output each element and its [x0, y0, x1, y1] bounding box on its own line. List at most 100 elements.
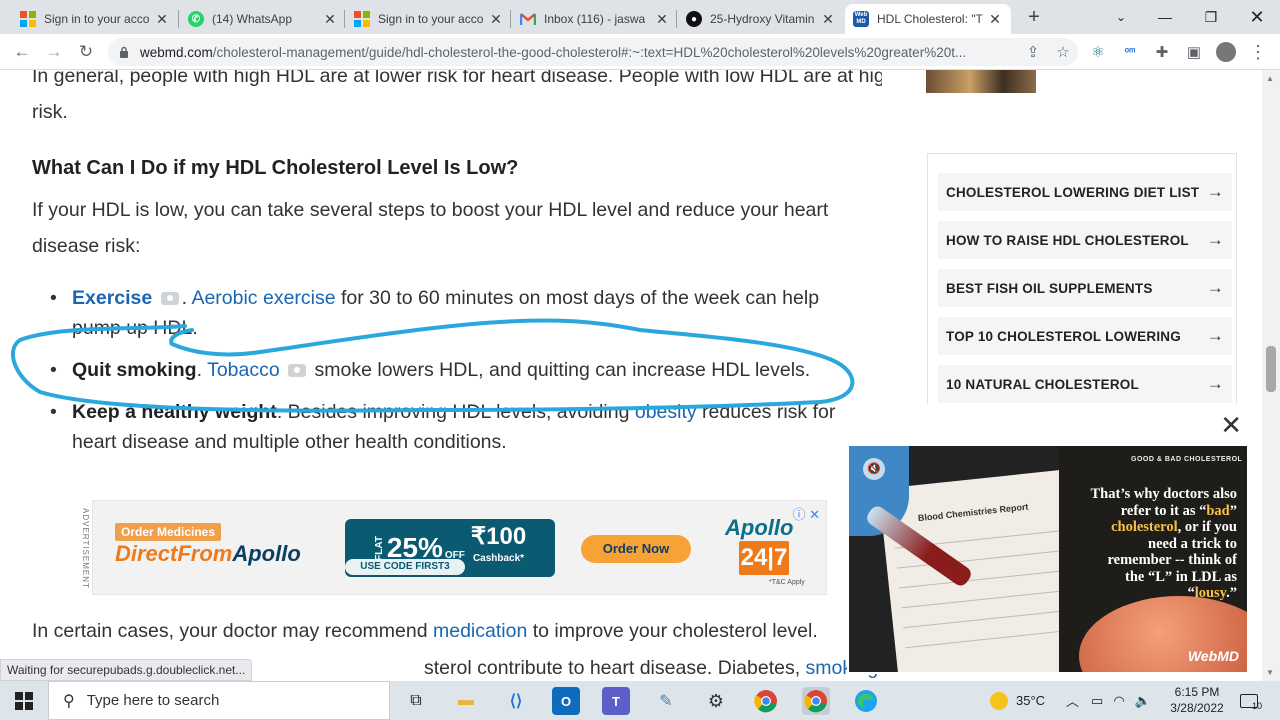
tab-title: Inbox (116) - jaswa [544, 12, 646, 26]
webmd-icon: Web MD [853, 11, 869, 27]
wifi-icon[interactable]: ◠ [1113, 693, 1124, 709]
notepad-icon[interactable]: ✎ [652, 687, 680, 715]
tab-webmd-active[interactable]: Web MD HDL Cholesterol: "T ✕ [845, 4, 1011, 34]
bookmark-star-icon[interactable]: ☆ [1048, 43, 1078, 61]
new-tab-button[interactable]: + [1024, 6, 1044, 28]
ad-cashback-block: ₹100 Cashback* [471, 525, 526, 570]
tab-signin-2[interactable]: Sign in to your acco ✕ [346, 4, 512, 34]
close-tab-icon[interactable]: ✕ [654, 11, 670, 28]
volume-icon[interactable]: 🔈 [1135, 693, 1151, 709]
caption-text: .” [1226, 585, 1237, 601]
list-item-quit-smoking: Quit smoking. Tobacco smoke lowers HDL, … [50, 355, 872, 385]
scroll-up-arrow[interactable]: ▲ [1266, 74, 1274, 83]
ad-choices-close-icon[interactable]: ⓘ ✕ [792, 504, 820, 523]
tab-gmail[interactable]: Inbox (116) - jaswa ✕ [512, 4, 678, 34]
close-icon[interactable]: ✕ [1220, 412, 1242, 438]
sidebar-link-natural[interactable]: 10 NATURAL CHOLESTEROL → [938, 365, 1232, 403]
taskbar-search-input[interactable]: ⚲ Type here to search [48, 681, 390, 720]
task-view-icon[interactable]: ⧉ [402, 687, 430, 715]
show-hidden-icons-chevron-icon[interactable]: ︿ [1066, 691, 1079, 710]
paragraph-text: sterol contribute to heart disease. Diab… [424, 657, 806, 679]
chrome-active-icon[interactable] [802, 687, 830, 715]
ad-order-now-button[interactable]: Order Now [581, 535, 691, 563]
whatsapp-icon: ✆ [188, 11, 204, 27]
profile-avatar[interactable] [1216, 42, 1236, 62]
list-item-exercise: Exercise . Aerobic exercise for 30 to 60… [50, 283, 872, 343]
start-button[interactable] [0, 681, 48, 720]
browser-menu-icon[interactable]: ⋮ [1248, 42, 1268, 62]
ad-cashback: Cashback* [472, 553, 525, 564]
file-explorer-icon[interactable]: ▬ [452, 687, 480, 715]
sidebar-link-top10[interactable]: TOP 10 CHOLESTEROL LOWERING → [938, 317, 1232, 355]
notification-center[interactable]: 10 [1240, 681, 1262, 720]
back-button[interactable]: ← [10, 40, 34, 64]
tab-divider [344, 10, 345, 28]
scroll-down-arrow[interactable]: ▼ [1266, 668, 1274, 677]
settings-gear-icon[interactable]: ⚙ [702, 687, 730, 715]
close-tab-icon[interactable]: ✕ [322, 11, 338, 28]
tab-hydroxy[interactable]: ● 25-Hydroxy Vitamin ✕ [678, 4, 844, 34]
status-bar: Waiting for securepubads.g.doubleclick.n… [0, 659, 253, 681]
exercise-link[interactable]: Exercise [72, 287, 152, 309]
paragraph-text: to improve your cholesterol level. [527, 620, 818, 642]
sidebar-thumbnail[interactable] [926, 70, 1036, 93]
sidebar-link-diet-list[interactable]: CHOLESTEROL LOWERING DIET LIST → [938, 173, 1232, 211]
caption-highlight: lousy [1194, 585, 1227, 601]
site-icon: ● [686, 11, 702, 27]
edge-icon[interactable] [852, 687, 880, 715]
apollo-banner-ad[interactable]: ⓘ ✕ Order Medicines DirectFromApollo FLA… [92, 500, 827, 595]
close-tab-icon[interactable]: ✕ [488, 11, 504, 28]
arrow-right-icon: → [1206, 374, 1224, 393]
paragraph-text: In certain cases, your doctor may recomm… [32, 620, 433, 642]
mute-icon[interactable]: 🔇 [863, 458, 885, 480]
windows-logo-icon [15, 691, 33, 710]
share-icon[interactable]: ⇪ [1018, 43, 1048, 61]
address-bar[interactable]: webmd.com/cholesterol-management/guide/h… [108, 38, 1078, 66]
extension-mk-icon[interactable]: ᵒᵐ [1120, 42, 1140, 62]
obesity-link[interactable]: obesity [635, 401, 697, 423]
forward-button[interactable]: → [42, 40, 66, 64]
video-frame[interactable]: Blood Chemistries Report 🔇 GOOD & BAD CH… [849, 446, 1247, 672]
tobacco-link[interactable]: Tobacco [207, 359, 280, 381]
camera-icon[interactable] [160, 292, 179, 306]
tips-list: Exercise . Aerobic exercise for 30 to 60… [50, 283, 872, 469]
window-close-button[interactable]: ✕ [1234, 0, 1280, 34]
bullet-term: Keep a healthy weight [72, 401, 277, 423]
reload-button[interactable]: ↻ [74, 40, 98, 64]
weather-widget[interactable]: 35°C [990, 681, 1045, 720]
bullet-text: smoke lowers HDL, and quitting can incre… [309, 359, 811, 381]
system-clock[interactable]: 6:15 PM 3/28/2022 [1162, 684, 1232, 716]
webmd-logo: WebMD [1187, 648, 1239, 664]
close-tab-icon[interactable]: ✕ [987, 11, 1003, 28]
battery-icon[interactable]: ▭ [1091, 693, 1103, 709]
sidebar-link-fish-oil[interactable]: BEST FISH OIL SUPPLEMENTS → [938, 269, 1232, 307]
vscode-icon[interactable]: ⟨⟩ [502, 687, 530, 715]
close-tab-icon[interactable]: ✕ [154, 11, 170, 28]
url-domain: webmd.com [140, 44, 213, 60]
teams-icon[interactable]: T [602, 687, 630, 715]
video-caption: That’s why doctors also refer to it as “… [1085, 486, 1238, 602]
close-tab-icon[interactable]: ✕ [820, 11, 836, 28]
caption-highlight: cholesterol [1111, 519, 1178, 535]
scrollbar-thumb[interactable] [1266, 346, 1276, 392]
minimize-button[interactable]: — [1142, 0, 1188, 34]
extensions-puzzle-icon[interactable]: ✚ [1152, 42, 1172, 62]
tray-icons: ︿ ▭ ◠ 🔈 [1066, 681, 1151, 720]
arrow-right-icon: → [1206, 278, 1224, 297]
tab-search-icon[interactable]: ⌄ [1098, 0, 1144, 34]
camera-icon[interactable] [288, 364, 307, 378]
page-scrollbar[interactable]: ▲ ▼ [1262, 70, 1280, 685]
chrome-icon[interactable] [752, 687, 780, 715]
extension-react-icon[interactable]: ⚛ [1088, 42, 1108, 62]
restore-button[interactable]: ❐ [1188, 0, 1234, 34]
tab-whatsapp[interactable]: ✆ (14) WhatsApp ✕ [180, 4, 346, 34]
sidebar-link-raise-hdl[interactable]: HOW TO RAISE HDL CHOLESTEROL → [938, 221, 1232, 259]
aerobic-exercise-link[interactable]: Aerobic exercise [191, 287, 335, 309]
clock-time: 6:15 PM [1174, 685, 1220, 699]
medication-link[interactable]: medication [433, 620, 527, 642]
tab-signin-1[interactable]: Sign in to your acco ✕ [12, 4, 178, 34]
floating-video-ad[interactable]: ✕ Blood Chemistries Report 🔇 GOOD & BAD … [847, 404, 1262, 674]
windows-taskbar: ⚲ Type here to search ⧉ ▬ ⟨⟩ O T ✎ ⚙ 35°… [0, 681, 1280, 720]
side-panel-icon[interactable]: ▣ [1184, 42, 1204, 62]
outlook-icon[interactable]: O [552, 687, 580, 715]
